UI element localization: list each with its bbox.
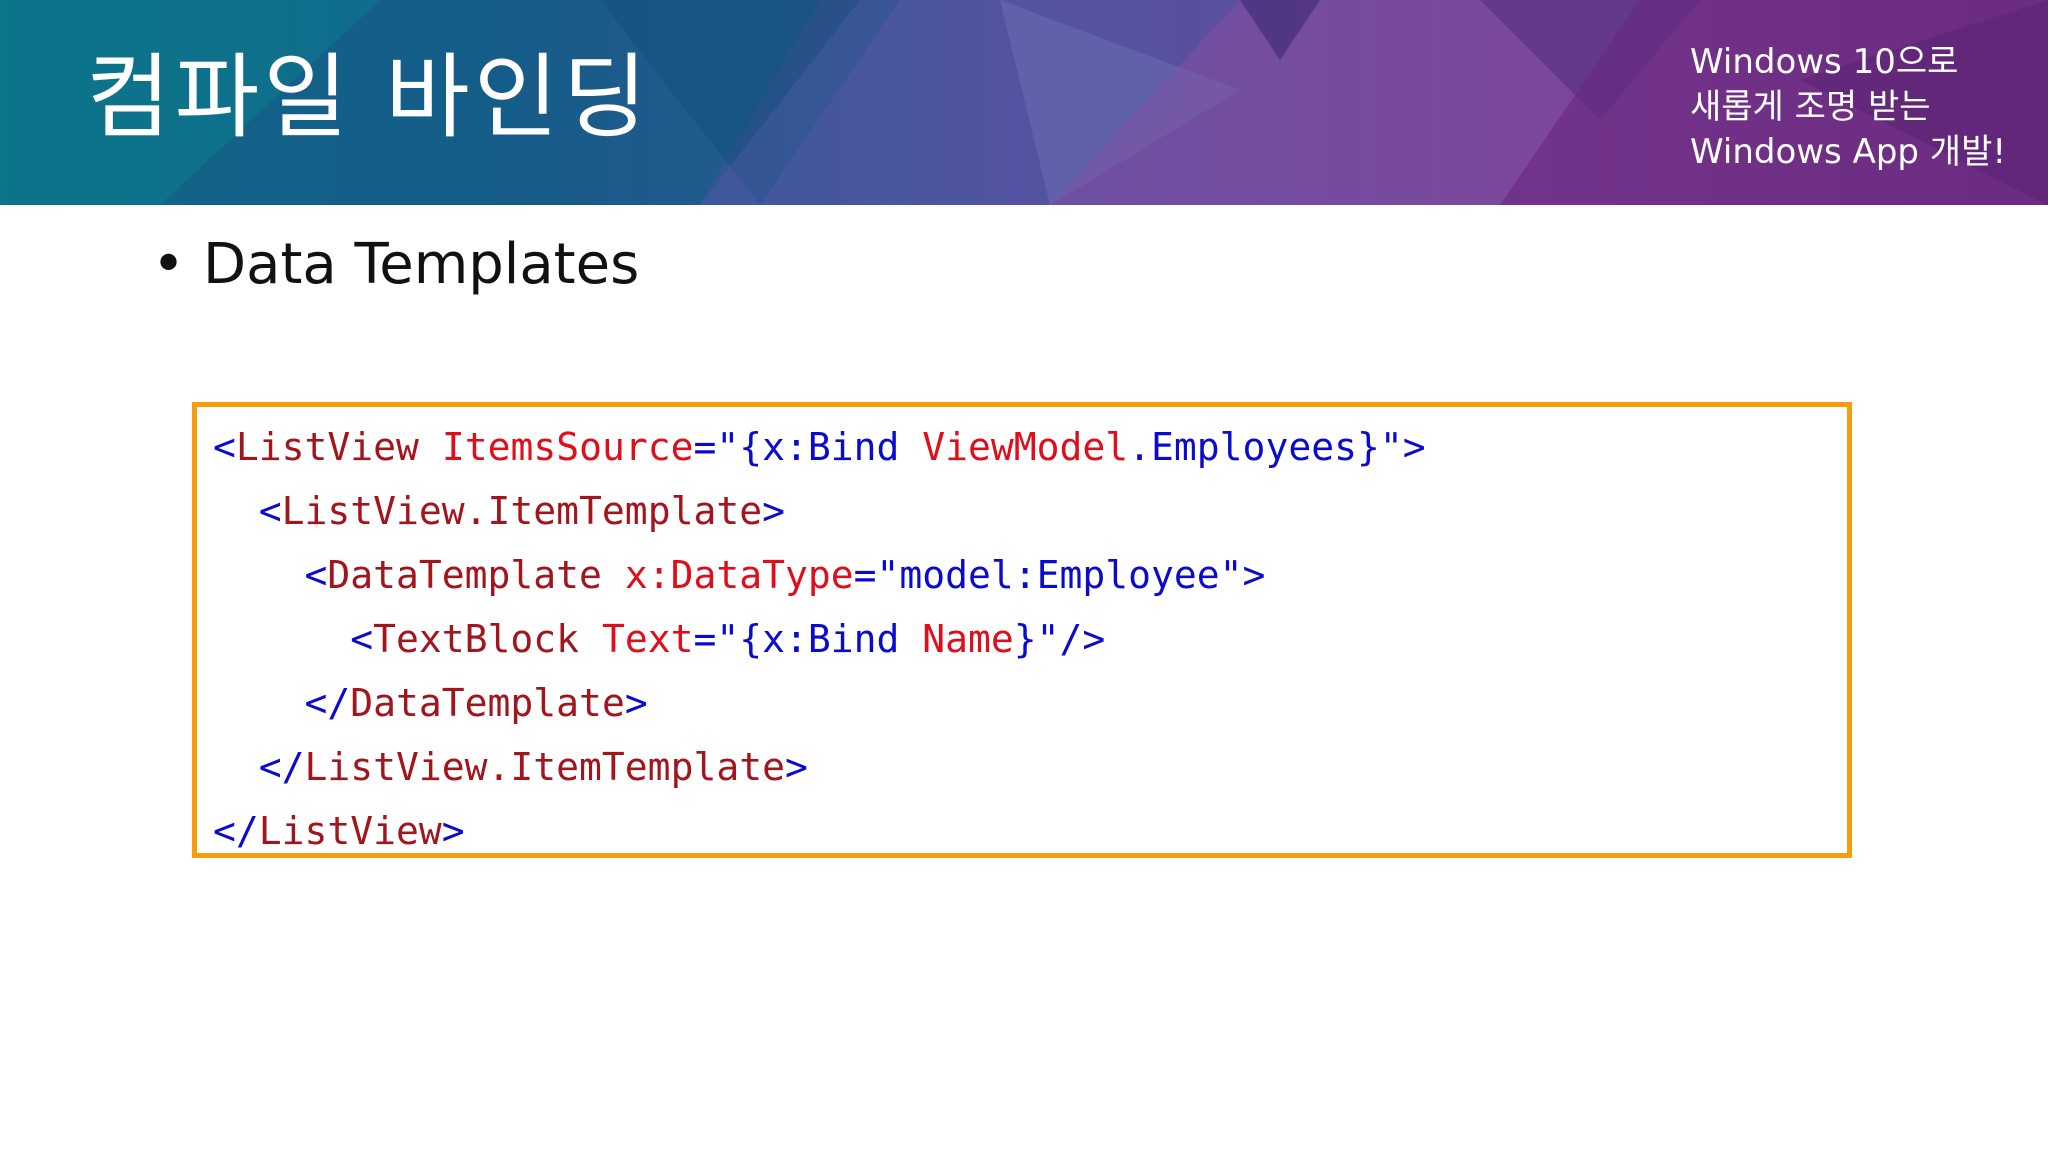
- code-token: }"/>: [1013, 617, 1106, 661]
- code-token: Text: [601, 617, 694, 661]
- code-token: </: [213, 809, 259, 853]
- code-token: >: [784, 745, 808, 789]
- code-line: <ListView ItemsSource="{x:Bind ViewModel…: [213, 415, 1847, 479]
- header-banner: 컴파일 바인딩 Windows 10으로 새롭게 조명 받는 Windows A…: [0, 0, 2048, 205]
- code-token: </: [213, 745, 305, 789]
- code-token: ViewModel: [922, 425, 1129, 469]
- code-line: </DataTemplate>: [213, 671, 1847, 735]
- code-token: ="model:Employee">: [853, 553, 1266, 597]
- code-line: <DataTemplate x:DataType="model:Employee…: [213, 543, 1847, 607]
- code-line: <TextBlock Text="{x:Bind Name}"/>: [213, 607, 1847, 671]
- page-title: 컴파일 바인딩: [86, 44, 652, 151]
- tagline-line-2: 새롭게 조명 받는: [1690, 87, 1931, 127]
- tagline-line-1: Windows 10으로: [1690, 42, 1959, 82]
- code-token: ListView: [235, 425, 419, 469]
- code-token: DataTemplate: [327, 553, 602, 597]
- code-token: <: [213, 489, 282, 533]
- code-token: <: [213, 617, 374, 661]
- code-block: <ListView ItemsSource="{x:Bind ViewModel…: [192, 402, 1852, 858]
- code-token: ListView.ItemTemplate: [281, 489, 763, 533]
- code-line: </ListView>: [213, 799, 1847, 863]
- code-token: <: [213, 425, 236, 469]
- tagline-line-3: Windows App 개발!: [1690, 132, 2006, 172]
- code-token: TextBlock: [373, 617, 580, 661]
- code-token: >: [762, 489, 785, 533]
- bullet-item: • Data Templates: [152, 232, 639, 297]
- code-token: <: [213, 553, 328, 597]
- tagline: Windows 10으로 새롭게 조명 받는 Windows App 개발!: [1690, 40, 2030, 175]
- code-token: >: [441, 809, 465, 853]
- code-token: x:DataType: [624, 553, 854, 597]
- code-token: </: [213, 681, 351, 725]
- code-token: DataTemplate: [350, 681, 625, 725]
- code-token: ItemsSource: [441, 425, 694, 469]
- code-token: ListView.ItemTemplate: [304, 745, 785, 789]
- code-token: Name: [922, 617, 1014, 661]
- bullet-icon: •: [152, 232, 186, 297]
- code-token: .Employees}">: [1128, 425, 1426, 469]
- code-token: >: [624, 681, 648, 725]
- code-line: </ListView.ItemTemplate>: [213, 735, 1847, 799]
- code-token: ListView: [258, 809, 442, 853]
- code-token: ="{x:Bind: [693, 425, 923, 469]
- code-token: ="{x:Bind: [693, 617, 923, 661]
- code-line: <ListView.ItemTemplate>: [213, 479, 1847, 543]
- bullet-text: Data Templates: [203, 232, 640, 297]
